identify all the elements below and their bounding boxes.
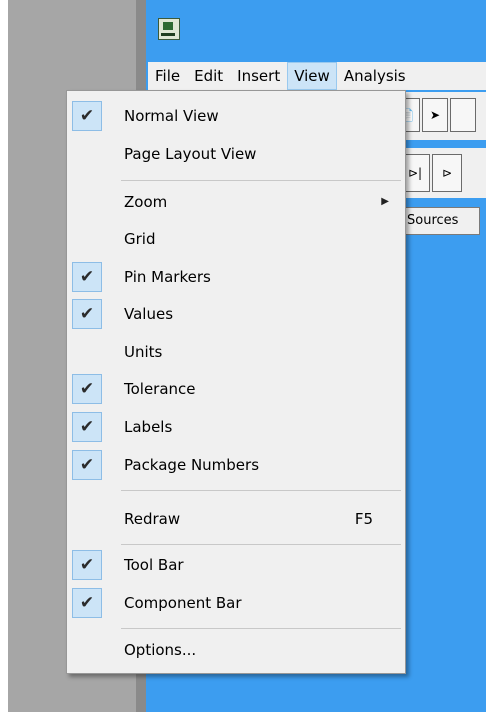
check-icon: ✔ <box>72 262 102 292</box>
check-icon: ✔ <box>72 550 102 580</box>
menu-item-units[interactable]: Units <box>67 334 405 370</box>
tab-sources[interactable]: Sources <box>402 207 480 235</box>
component-bar: ⊳| ⊳ <box>394 148 486 198</box>
menu-item-component-bar[interactable]: ✔ Component Bar <box>67 585 405 621</box>
menu-separator <box>121 490 401 491</box>
toolbar: 📄 ➤ <box>394 92 486 140</box>
menu-edit[interactable]: Edit <box>187 62 230 90</box>
menu-view[interactable]: View <box>287 62 337 90</box>
menu-item-label: Normal View <box>124 107 219 125</box>
menu-item-label: Zoom <box>124 193 168 211</box>
menu-file[interactable]: File <box>148 62 187 90</box>
app-icon[interactable] <box>158 18 180 40</box>
menu-item-label: Redraw <box>124 510 181 528</box>
check-icon: ✔ <box>72 374 102 404</box>
menu-item-label: Component Bar <box>124 594 242 612</box>
menu-item-pin-markers[interactable]: ✔ Pin Markers <box>67 259 405 295</box>
check-icon: ✔ <box>72 412 102 442</box>
menu-item-package-numbers[interactable]: ✔ Package Numbers <box>67 447 405 483</box>
menu-item-label: Tolerance <box>124 380 196 398</box>
select-pointer-icon[interactable]: ➤ <box>422 98 448 132</box>
view-menu-dropdown: ✔ Normal View Page Layout View Zoom ▶ Gr… <box>66 90 406 674</box>
menu-item-label: Package Numbers <box>124 456 260 474</box>
menu-item-tolerance[interactable]: ✔ Tolerance <box>67 371 405 407</box>
menu-item-options[interactable]: Options... <box>67 632 405 668</box>
component-icon[interactable]: ⊳ <box>432 154 462 192</box>
shortcut-label: F5 <box>354 510 373 528</box>
check-icon: ✔ <box>72 299 102 329</box>
menu-separator <box>121 544 401 545</box>
menu-item-page-layout-view[interactable]: Page Layout View <box>67 136 405 172</box>
menu-item-label: Page Layout View <box>124 145 257 163</box>
check-icon: ✔ <box>72 450 102 480</box>
menu-item-zoom[interactable]: Zoom ▶ <box>67 184 405 220</box>
submenu-arrow-icon: ▶ <box>381 196 389 207</box>
check-icon: ✔ <box>72 101 102 131</box>
menu-item-label: Grid <box>124 230 156 248</box>
menu-item-tool-bar[interactable]: ✔ Tool Bar <box>67 547 405 583</box>
menu-insert[interactable]: Insert <box>230 62 287 90</box>
menu-item-values[interactable]: ✔ Values <box>67 296 405 332</box>
menu-separator <box>121 180 401 181</box>
menu-item-redraw[interactable]: Redraw F5 <box>67 501 405 537</box>
menu-item-label: Tool Bar <box>124 556 184 574</box>
menu-analysis[interactable]: Analysis <box>337 62 413 90</box>
menu-item-label: Pin Markers <box>124 268 211 286</box>
menu-item-label: Values <box>124 305 174 323</box>
menu-item-normal-view[interactable]: ✔ Normal View <box>67 98 405 134</box>
menubar: File Edit Insert View Analysis <box>148 62 486 90</box>
menu-item-labels[interactable]: ✔ Labels <box>67 409 405 445</box>
menu-separator <box>121 628 401 629</box>
menu-item-label: Options... <box>124 641 197 659</box>
toolbar-button[interactable] <box>450 98 476 132</box>
menu-item-label: Labels <box>124 418 173 436</box>
check-icon: ✔ <box>72 588 102 618</box>
menu-item-grid[interactable]: Grid <box>67 221 405 257</box>
menu-item-label: Units <box>124 343 163 361</box>
